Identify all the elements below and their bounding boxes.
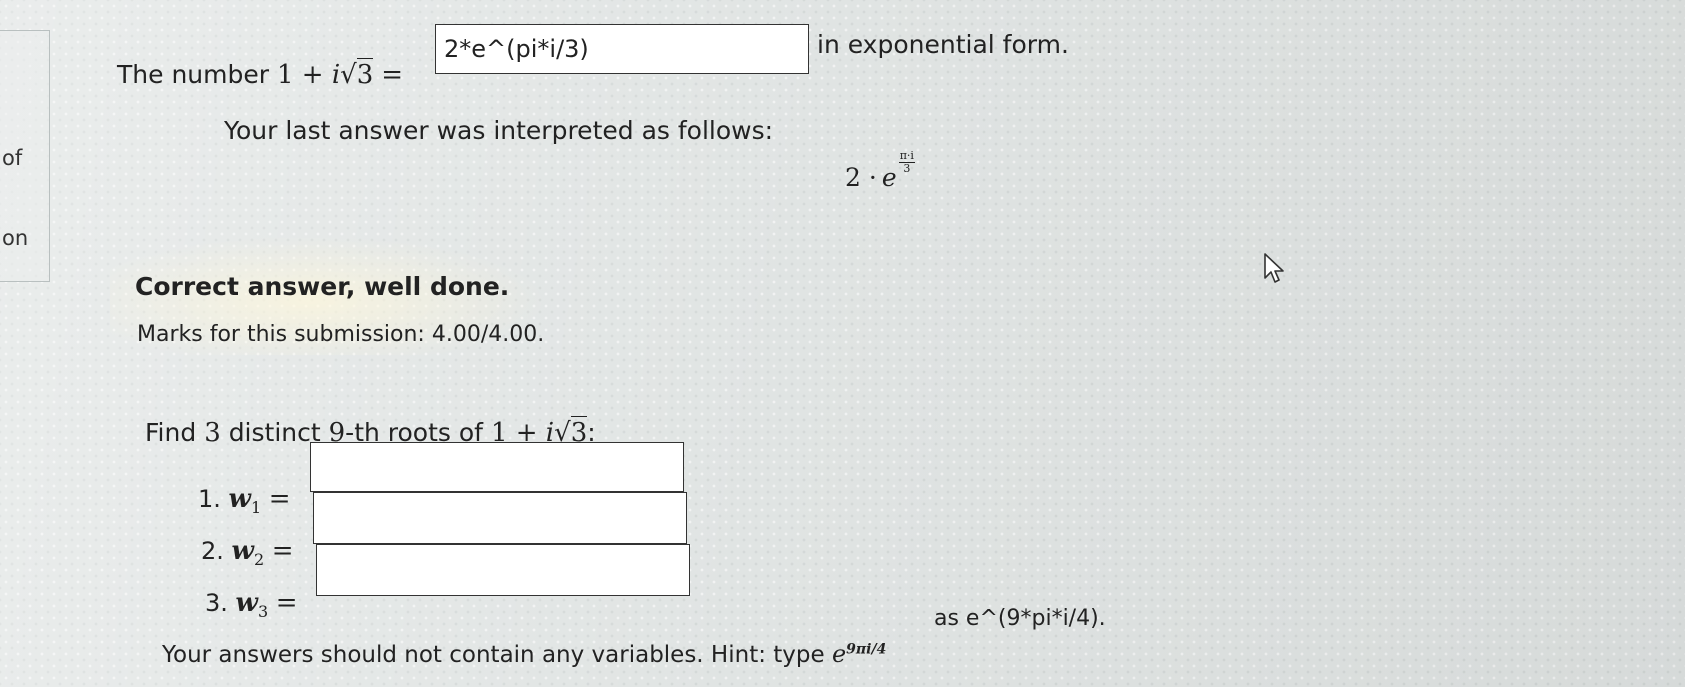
root-1-number: 1. bbox=[198, 485, 221, 513]
exponential-form-answer-input[interactable] bbox=[436, 25, 808, 73]
root-3-sub: 3 bbox=[257, 601, 269, 621]
root-3-equals: = bbox=[275, 588, 298, 618]
root-2-number: 2. bbox=[201, 537, 224, 565]
hint-text: Your answers should not contain any vari… bbox=[162, 640, 886, 668]
root-1-equals: = bbox=[268, 484, 291, 514]
root-2-answer-input[interactable] bbox=[314, 493, 686, 543]
root-3-label: 3. w3 = bbox=[205, 588, 298, 621]
interpreted-answer: 2 · e π·i 3 bbox=[845, 150, 915, 192]
left-nav-fragment-on: on bbox=[2, 226, 29, 250]
question-1-equals: = bbox=[381, 60, 404, 90]
hint-lead: Your answers should not contain any vari… bbox=[162, 642, 825, 668]
root-1-var: w bbox=[228, 484, 251, 514]
exponential-form-answer-field[interactable] bbox=[435, 24, 809, 74]
question-1-expr-lead: 1 + bbox=[276, 60, 332, 90]
mouse-pointer-icon bbox=[1264, 253, 1284, 283]
hint-tail: as e^(9*pi*i/4). bbox=[934, 606, 1106, 631]
root-3-number: 3. bbox=[205, 589, 228, 617]
root-3-answer-field[interactable] bbox=[316, 544, 690, 596]
left-nav-fragment-of: of bbox=[2, 146, 23, 170]
root-3-answer-input[interactable] bbox=[317, 545, 689, 595]
root-2-label: 2. w2 = bbox=[201, 536, 294, 569]
question-2-prompt-lead: Find bbox=[145, 418, 197, 447]
interpreted-coefficient: 2 · bbox=[845, 163, 877, 192]
root-3-var: w bbox=[235, 588, 258, 618]
question-2-prompt-mid: distinct bbox=[228, 418, 321, 447]
root-1-label: 1. w1 = bbox=[198, 484, 291, 517]
question-1-prefix: The number bbox=[117, 60, 270, 89]
interpretation-label: Your last answer was interpreted as foll… bbox=[224, 116, 774, 145]
root-2-sub: 2 bbox=[253, 549, 265, 569]
root-1-sub: 1 bbox=[250, 497, 262, 517]
root-1-answer-input[interactable] bbox=[311, 443, 683, 491]
root-2-var: w bbox=[231, 536, 254, 566]
hint-exponent: 9πi/4 bbox=[846, 641, 887, 658]
question-1-radicand: 3 bbox=[356, 58, 374, 90]
root-1-answer-field[interactable] bbox=[310, 442, 684, 492]
sqrt-symbol: √ bbox=[340, 60, 357, 90]
interpreted-base: e bbox=[881, 163, 897, 192]
question-1-text: The number 1 + i√3 = bbox=[117, 58, 404, 90]
feedback-marks: Marks for this submission: 4.00/4.00. bbox=[137, 322, 545, 347]
question-2-count: 3 bbox=[204, 418, 221, 448]
root-2-equals: = bbox=[271, 536, 294, 566]
interpreted-exponent-denominator: 3 bbox=[903, 162, 911, 175]
hint-base: e bbox=[831, 640, 847, 668]
question-1-expr-i: i bbox=[331, 60, 341, 90]
root-2-answer-field[interactable] bbox=[313, 492, 687, 544]
question-1-suffix: in exponential form. bbox=[817, 30, 1069, 59]
feedback-headline: Correct answer, well done. bbox=[135, 272, 510, 301]
